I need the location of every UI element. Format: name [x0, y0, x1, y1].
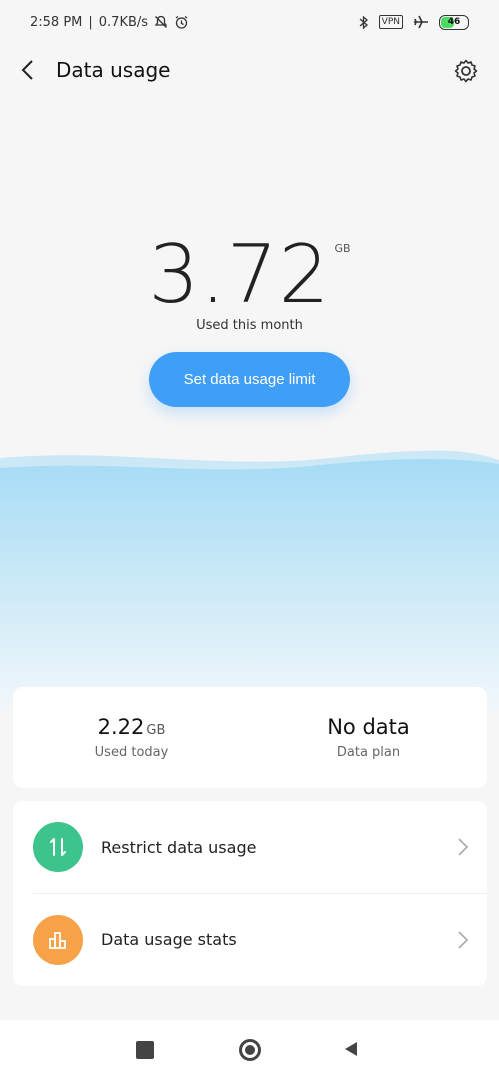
used-today-label: Used today [94, 745, 169, 760]
recents-button[interactable] [136, 1041, 154, 1059]
menu-item-restrict-data-usage[interactable]: Restrict data usage [13, 801, 487, 893]
menu-label: Restrict data usage [101, 837, 257, 857]
status-left: 2:58 PM | 0.7KB/s [30, 15, 189, 30]
status-right: VPN 46 [359, 14, 469, 30]
wave-background [0, 450, 499, 710]
back-arrow-icon[interactable] [18, 58, 38, 82]
used-today-unit: GB [146, 723, 166, 738]
transfer-arrows-icon [50, 838, 66, 856]
battery-level: 46 [447, 17, 461, 27]
screen: 2:58 PM | 0.7KB/s VPN 46 Data usage 3.72… [0, 0, 499, 1080]
data-plan-value: No data [327, 715, 410, 739]
status-bar: 2:58 PM | 0.7KB/s VPN 46 [0, 0, 499, 44]
chevron-right-icon [458, 838, 469, 856]
restrict-icon-circle [33, 822, 83, 872]
data-plan-label: Data plan [336, 745, 401, 760]
bluetooth-icon [359, 15, 368, 29]
navigation-bar [0, 1020, 499, 1080]
battery-icon: 46 [439, 14, 469, 30]
usage-value: 3.72 [148, 228, 331, 321]
used-today-section: 2.22 GB Used today [13, 687, 250, 788]
status-separator: | [88, 14, 93, 30]
data-plan-section[interactable]: No data Data plan [250, 687, 487, 788]
chevron-right-icon [458, 931, 469, 949]
home-button[interactable] [239, 1039, 261, 1061]
set-data-limit-button[interactable]: Set data usage limit [149, 352, 350, 407]
back-triangle-icon[interactable] [342, 1040, 360, 1058]
used-today-value: 2.22 [97, 715, 145, 739]
airplane-icon [414, 15, 428, 29]
menu-card: Restrict data usage Data usage stats [13, 801, 487, 986]
summary-card: 2.22 GB Used today No data Data plan [13, 687, 487, 788]
menu-label: Data usage stats [101, 930, 237, 949]
bell-muted-icon [154, 15, 168, 28]
usage-unit: GB [334, 242, 351, 255]
alarm-icon [175, 15, 188, 29]
stats-icon-circle [33, 914, 83, 965]
page-title: Data usage [56, 58, 171, 82]
status-time: 2:58 PM [30, 14, 83, 30]
used-today-value-row: 2.22 GB [98, 715, 166, 739]
bar-chart-icon [49, 931, 66, 949]
vpn-badge: VPN [378, 15, 403, 29]
usage-row: 3.72 GB [148, 230, 350, 320]
status-speed: 0.7KB/s [98, 14, 149, 30]
header: Data usage [0, 48, 499, 92]
menu-item-data-usage-stats[interactable]: Data usage stats [33, 893, 487, 985]
gear-icon[interactable] [453, 58, 479, 84]
usage-hero: 3.72 GB Used this month [0, 230, 499, 334]
